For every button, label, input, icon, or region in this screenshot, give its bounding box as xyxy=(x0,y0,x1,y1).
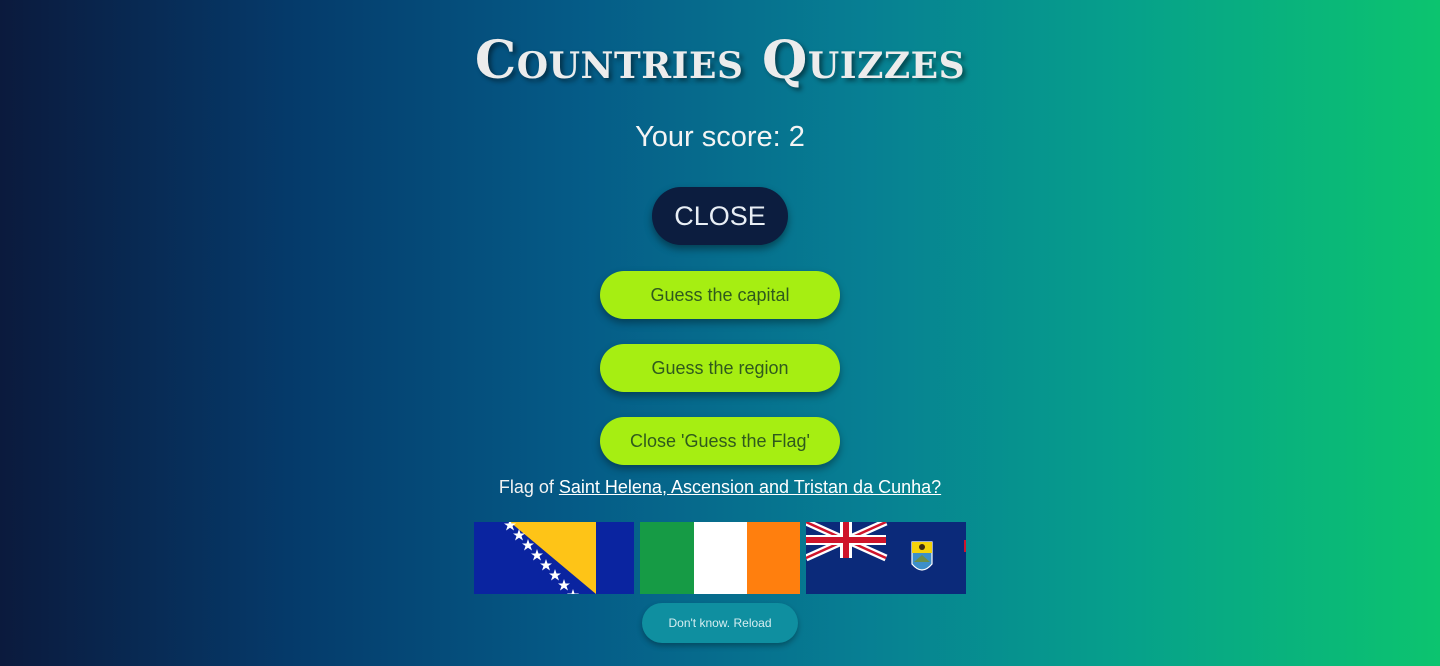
flag-question: Flag of Saint Helena, Ascension and Tris… xyxy=(0,477,1440,498)
question-prefix: Flag of xyxy=(498,477,559,497)
flag-options xyxy=(474,522,966,594)
country-name-link[interactable]: Saint Helena, Ascension and Tristan da C… xyxy=(559,477,941,497)
flag-option-1[interactable] xyxy=(474,522,634,594)
guess-region-button[interactable]: Guess the region xyxy=(600,344,840,392)
saint-helena-flag-icon xyxy=(806,522,966,594)
close-button[interactable]: CLOSE xyxy=(652,187,788,245)
guess-capital-button[interactable]: Guess the capital xyxy=(600,271,840,319)
flag-option-2[interactable] xyxy=(640,522,800,594)
bosnia-herzegovina-flag-icon xyxy=(474,522,634,594)
score-display: Your score: 2 xyxy=(635,121,805,153)
reload-button[interactable]: Don't know. Reload xyxy=(642,603,798,643)
ireland-flag-icon xyxy=(640,522,800,594)
page-title: Countries Quizzes xyxy=(474,30,966,91)
close-guess-flag-button[interactable]: Close 'Guess the Flag' xyxy=(600,417,840,465)
flag-option-3[interactable] xyxy=(806,522,966,594)
